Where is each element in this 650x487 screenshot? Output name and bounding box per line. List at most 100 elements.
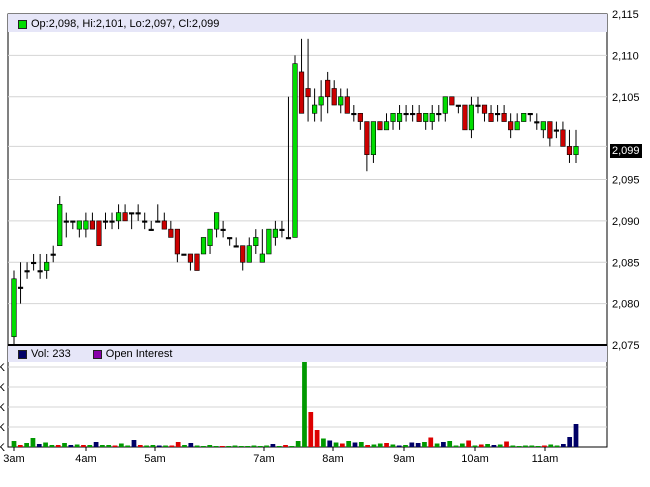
volume-bar bbox=[43, 442, 48, 447]
candle-body bbox=[115, 212, 122, 222]
volume-y-tick-label: 2K bbox=[0, 422, 6, 434]
volume-bar bbox=[24, 443, 29, 447]
volume-bar bbox=[409, 442, 415, 447]
candle-body bbox=[50, 253, 56, 256]
volume-bar bbox=[175, 442, 181, 447]
volume-bar bbox=[365, 445, 370, 447]
volume-bar bbox=[472, 445, 478, 447]
y-tick-label: 2,085 bbox=[612, 257, 640, 269]
candle-body bbox=[455, 104, 461, 107]
up-swatch bbox=[18, 19, 27, 29]
x-tick-label: 10am bbox=[461, 453, 489, 465]
candle-body bbox=[351, 113, 357, 116]
volume-bar bbox=[245, 446, 251, 447]
candle-body bbox=[573, 146, 579, 155]
volume-bar bbox=[567, 437, 573, 447]
volume-bar bbox=[516, 446, 522, 447]
x-tick-label: 5am bbox=[144, 453, 165, 465]
candle-body bbox=[364, 121, 370, 155]
volume-bar bbox=[510, 445, 516, 447]
candle-body bbox=[259, 253, 265, 263]
candle-body bbox=[547, 121, 553, 139]
candle-body bbox=[135, 212, 141, 215]
candle-body bbox=[312, 104, 318, 114]
candle-body bbox=[253, 237, 259, 247]
y-tick-label: 2,115 bbox=[612, 9, 639, 21]
volume-bar bbox=[74, 444, 80, 447]
candle-body bbox=[11, 278, 17, 338]
candle-body bbox=[396, 113, 403, 122]
volume-bar bbox=[137, 445, 143, 447]
open-interest-label: Open Interest bbox=[105, 348, 173, 360]
volume-bar bbox=[302, 362, 307, 447]
last-price-tag: 2,099 bbox=[610, 144, 642, 158]
candle-body bbox=[76, 220, 82, 230]
volume-bar bbox=[422, 442, 427, 447]
volume-bar bbox=[403, 445, 408, 447]
volume-bar bbox=[283, 445, 288, 447]
candle-body bbox=[63, 220, 69, 223]
volume-bar bbox=[251, 445, 257, 447]
volume-bar bbox=[144, 445, 149, 447]
volume-y-tick-label: 4K bbox=[0, 402, 6, 414]
candle-body bbox=[37, 270, 43, 273]
y-tick-label: 2,095 bbox=[612, 175, 640, 187]
volume-bar bbox=[257, 446, 263, 447]
volume-bar bbox=[478, 444, 484, 447]
candle-body bbox=[481, 104, 488, 114]
candle-body bbox=[534, 121, 540, 124]
candle-body bbox=[200, 237, 207, 255]
volume-bar bbox=[441, 442, 446, 447]
volume-bar bbox=[194, 445, 200, 447]
candle-body bbox=[403, 113, 409, 116]
volume-bar bbox=[106, 445, 112, 447]
volume-bar bbox=[295, 441, 301, 447]
volume-bar bbox=[573, 424, 579, 447]
volume-bar bbox=[30, 438, 36, 447]
candle-body bbox=[89, 220, 96, 230]
volume-bar bbox=[17, 445, 23, 447]
volume-bar bbox=[396, 445, 402, 447]
volume-bar bbox=[415, 443, 421, 447]
volume-bar bbox=[207, 445, 213, 447]
volume-bar bbox=[327, 440, 333, 447]
volume-bar bbox=[125, 445, 131, 447]
x-tick-label: 3am bbox=[3, 453, 24, 465]
x-tick-label: 9am bbox=[393, 453, 414, 465]
x-tick-label: 7am bbox=[253, 453, 274, 465]
volume-bar bbox=[270, 444, 276, 447]
volume-bar bbox=[150, 445, 156, 447]
volume-bar bbox=[561, 444, 566, 447]
candle-body bbox=[161, 220, 167, 230]
volume-bar bbox=[434, 443, 440, 447]
candle-body bbox=[57, 204, 63, 246]
volume-label: Vol: 233 bbox=[31, 348, 71, 360]
y-tick-label: 2,075 bbox=[612, 340, 640, 352]
volume-bar bbox=[314, 430, 320, 447]
volume-bar bbox=[384, 443, 389, 447]
candle-body bbox=[292, 63, 298, 238]
candle-body bbox=[285, 237, 292, 240]
candle-body bbox=[514, 121, 520, 131]
candle-body bbox=[181, 253, 187, 256]
candle-body bbox=[357, 113, 363, 122]
candle-body bbox=[331, 88, 337, 106]
candle-body bbox=[109, 220, 115, 223]
x-tick-label: 4am bbox=[75, 453, 96, 465]
volume-bar bbox=[377, 443, 383, 447]
candle-body bbox=[494, 113, 501, 116]
volume-bar bbox=[131, 440, 137, 447]
candle-body bbox=[233, 245, 239, 248]
volume-bar bbox=[182, 445, 187, 447]
candle-body bbox=[449, 96, 455, 106]
volume-swatch bbox=[18, 349, 27, 359]
volume-bar bbox=[93, 442, 99, 447]
volume-bar bbox=[504, 441, 509, 447]
volume-bar bbox=[339, 443, 345, 447]
candle-body bbox=[129, 212, 135, 215]
volume-bar bbox=[554, 445, 560, 447]
candle-body bbox=[279, 228, 285, 231]
candle-body bbox=[344, 96, 350, 114]
volume-bar bbox=[428, 437, 434, 447]
candle-body bbox=[423, 113, 429, 122]
